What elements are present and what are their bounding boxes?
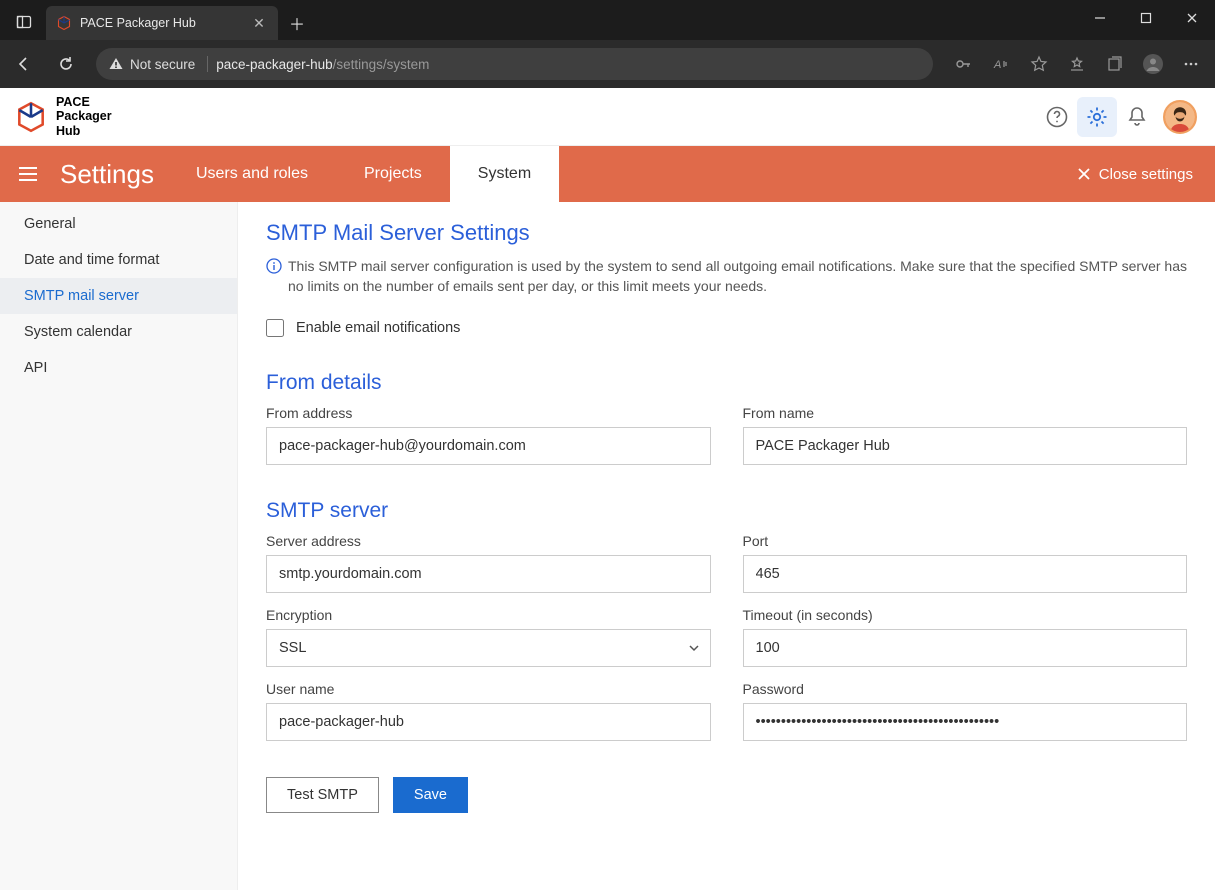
window-controls	[1077, 0, 1215, 40]
encryption-label: Encryption	[266, 607, 711, 623]
sidebar-item-smtp[interactable]: SMTP mail server	[0, 278, 237, 314]
security-badge: Not secure	[108, 56, 208, 72]
app-logo[interactable]: PACE Packager Hub	[14, 95, 112, 138]
tab-actions-icon[interactable]	[6, 4, 42, 40]
sidebar-item-general[interactable]: General	[0, 206, 237, 242]
favorites-bar-icon[interactable]	[1059, 46, 1095, 82]
section-server-heading: SMTP server	[266, 499, 1187, 523]
section-from-heading: From details	[266, 371, 1187, 395]
gear-icon[interactable]	[1077, 97, 1117, 137]
avatar[interactable]	[1163, 100, 1197, 134]
refresh-icon[interactable]	[48, 46, 84, 82]
minimize-icon[interactable]	[1077, 0, 1123, 36]
page-title: Settings	[56, 146, 168, 202]
close-tab-icon[interactable]: ✕	[250, 15, 268, 32]
password-icon[interactable]	[945, 46, 981, 82]
enable-email-row: Enable email notifications	[266, 319, 1187, 337]
close-settings-button[interactable]: Close settings	[1055, 146, 1215, 202]
server-address-label: Server address	[266, 533, 711, 549]
enable-email-label: Enable email notifications	[296, 320, 460, 336]
tab-system[interactable]: System	[450, 146, 559, 202]
more-icon[interactable]	[1173, 46, 1209, 82]
from-address-label: From address	[266, 405, 711, 421]
port-label: Port	[743, 533, 1188, 549]
timeout-input[interactable]	[743, 629, 1188, 667]
browser-titlebar: PACE Packager Hub ✕ ＋	[0, 0, 1215, 40]
timeout-label: Timeout (in seconds)	[743, 607, 1188, 623]
port-input[interactable]	[743, 555, 1188, 593]
logo-cube-icon	[14, 100, 48, 134]
read-aloud-icon[interactable]: A	[983, 46, 1019, 82]
sidebar-item-api[interactable]: API	[0, 350, 237, 386]
sidebar-item-calendar[interactable]: System calendar	[0, 314, 237, 350]
section-smtp-heading: SMTP Mail Server Settings	[266, 220, 1187, 246]
close-icon	[1077, 167, 1091, 181]
settings-bar: Settings Users and roles Projects System…	[0, 146, 1215, 202]
browser-chrome: PACE Packager Hub ✕ ＋ Not secure pace-pa…	[0, 0, 1215, 88]
sidebar: General Date and time format SMTP mail s…	[0, 202, 238, 890]
help-icon[interactable]	[1037, 97, 1077, 137]
username-input[interactable]	[266, 703, 711, 741]
tab-projects[interactable]: Projects	[336, 146, 450, 202]
from-name-label: From name	[743, 405, 1188, 421]
info-banner: This SMTP mail server configuration is u…	[266, 256, 1187, 297]
password-input[interactable]	[743, 703, 1188, 741]
tab-title: PACE Packager Hub	[80, 16, 196, 30]
favicon-icon	[56, 15, 72, 31]
from-name-input[interactable]	[743, 427, 1188, 465]
new-tab-button[interactable]: ＋	[282, 8, 312, 38]
maximize-icon[interactable]	[1123, 0, 1169, 36]
sidebar-item-datetime[interactable]: Date and time format	[0, 242, 237, 278]
hamburger-icon[interactable]	[0, 146, 56, 202]
favorite-icon[interactable]	[1021, 46, 1057, 82]
enable-email-checkbox[interactable]	[266, 319, 284, 337]
from-address-input[interactable]	[266, 427, 711, 465]
tab-users-and-roles[interactable]: Users and roles	[168, 146, 336, 202]
save-button[interactable]: Save	[393, 777, 468, 813]
server-address-input[interactable]	[266, 555, 711, 593]
address-bar[interactable]: Not secure pace-packager-hub/settings/sy…	[96, 48, 933, 80]
url: pace-packager-hub/settings/system	[216, 57, 429, 72]
encryption-select[interactable]: SSL	[266, 629, 711, 667]
username-label: User name	[266, 681, 711, 697]
close-window-icon[interactable]	[1169, 0, 1215, 36]
warning-icon	[108, 56, 124, 72]
password-label: Password	[743, 681, 1188, 697]
svg-text:A: A	[993, 59, 1001, 71]
info-icon	[266, 258, 282, 274]
profile-icon[interactable]	[1135, 46, 1171, 82]
browser-tab[interactable]: PACE Packager Hub ✕	[46, 6, 278, 40]
collections-icon[interactable]	[1097, 46, 1133, 82]
back-icon[interactable]	[6, 46, 42, 82]
app-header: PACE Packager Hub	[0, 88, 1215, 146]
bell-icon[interactable]	[1117, 97, 1157, 137]
content: SMTP Mail Server Settings This SMTP mail…	[238, 202, 1215, 890]
test-smtp-button[interactable]: Test SMTP	[266, 777, 379, 813]
browser-toolbar: Not secure pace-packager-hub/settings/sy…	[0, 40, 1215, 88]
